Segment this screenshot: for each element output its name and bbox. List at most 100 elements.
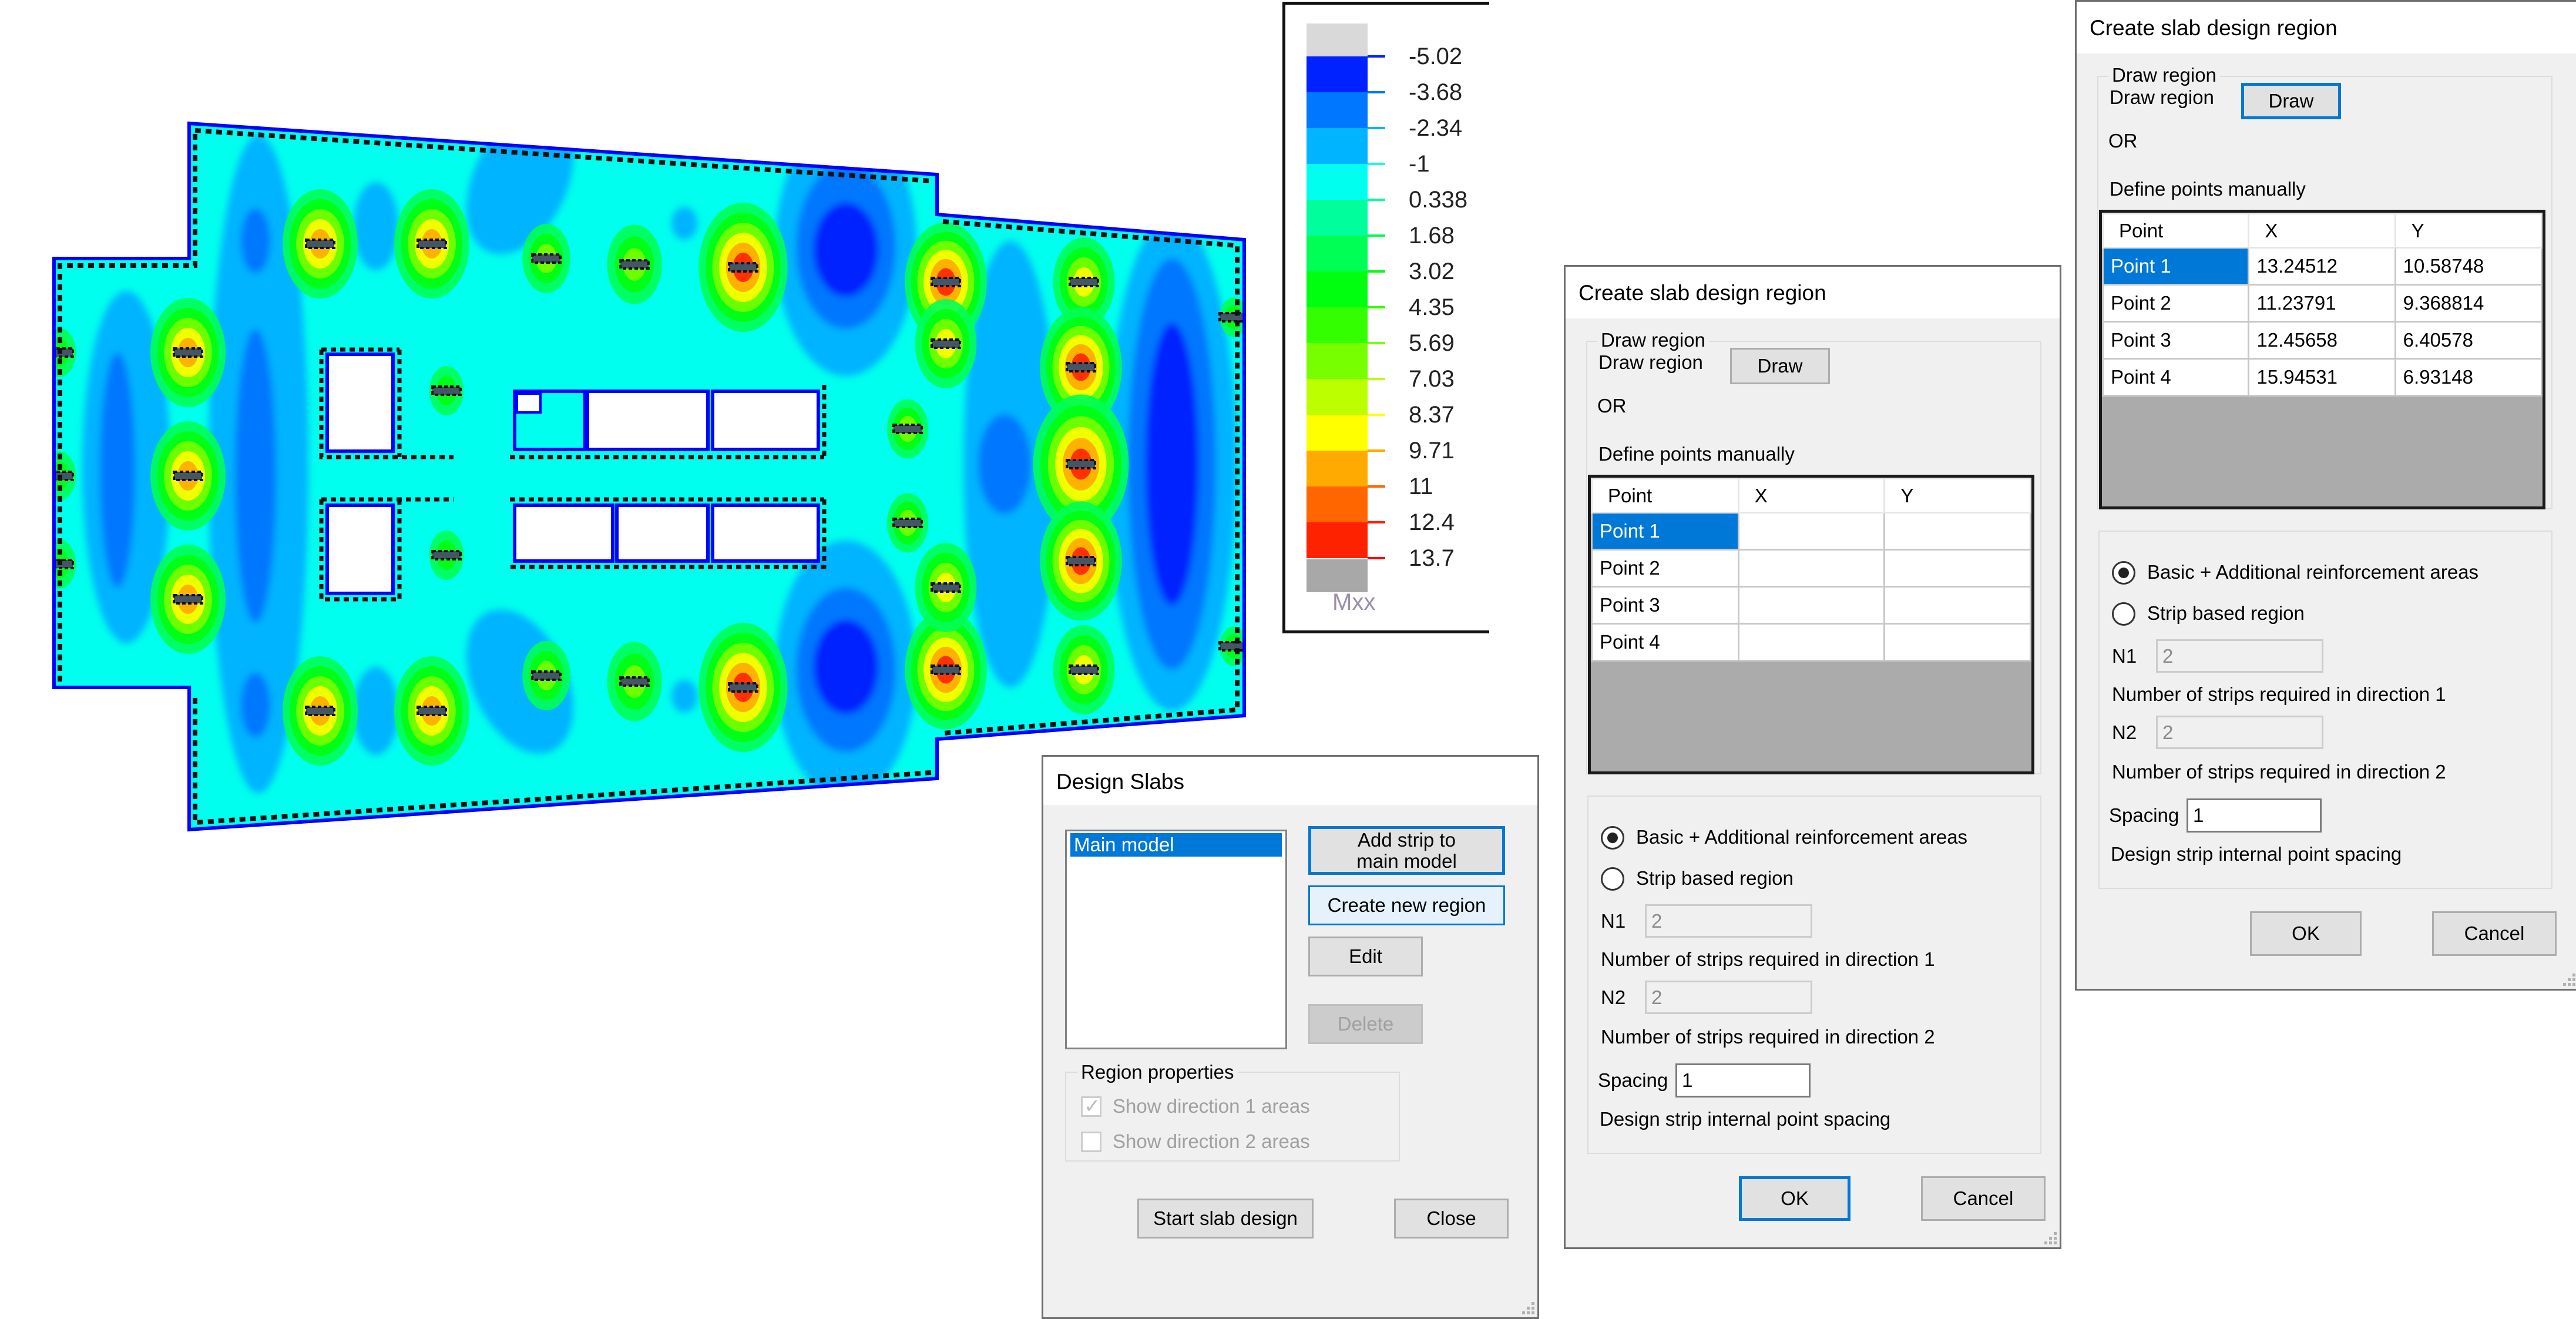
cell-x[interactable] [1737,623,1886,662]
legend-color-band [1307,236,1368,271]
grid-row[interactable]: Point 3 [1591,586,2031,625]
show-direction-2-checkbox[interactable] [1081,1132,1101,1152]
grid-row[interactable]: Point 2 11.23791 9.368814 [2101,284,2543,323]
cell-x[interactable] [1737,512,1886,551]
cell-y[interactable] [1883,512,2031,551]
column-support [531,253,562,264]
opening [586,390,710,451]
column-header-x[interactable]: X [1737,478,1886,513]
row-header-cell[interactable]: Point 4 [1591,623,1739,662]
legend-tick [1368,414,1385,416]
close-button[interactable]: Close [1394,1199,1509,1239]
legend-value-label: 1.68 [1409,223,1455,249]
define-points-label: Define points manually [2110,178,2306,200]
opening [711,504,820,563]
column-header-point[interactable]: Point [1591,478,1739,513]
grid-header-row: Point X Y [2101,213,2543,249]
design-slabs-dialog: Design Slabs Main model Add strip to mai… [1042,755,1539,1319]
cell-x[interactable]: 15.94531 [2248,358,2396,397]
cell-y[interactable]: 6.93148 [2394,358,2543,397]
n1-input[interactable]: 2 [1645,904,1812,938]
cell-x[interactable]: 11.23791 [2248,284,2396,323]
dialog-titlebar[interactable]: Create slab design region [2077,2,2576,53]
dialog-titlebar[interactable]: Create slab design region [1566,267,2060,318]
column-support [931,277,961,287]
column-support [728,682,758,693]
column-header-point[interactable]: Point [2101,213,2250,249]
column-support [1066,556,1096,566]
cell-y[interactable]: 6.40578 [2394,321,2543,360]
n1-input[interactable]: 2 [2156,639,2323,673]
cancel-button[interactable]: Cancel [1921,1176,2046,1221]
draw-button[interactable]: Draw [2241,83,2341,119]
legend-tick [1368,378,1385,380]
spacing-label: Spacing [2109,804,2179,826]
resize-grip-icon[interactable] [2044,1232,2057,1245]
column-header-y[interactable]: Y [1883,478,2031,513]
column-support [619,676,650,687]
row-header-cell[interactable]: Point 3 [2101,321,2250,360]
strip-based-radio[interactable] [1601,867,1624,891]
legend-tick [1368,91,1385,93]
legend-tick [1368,306,1385,308]
add-strip-button[interactable]: Add strip to main model [1308,826,1505,875]
grid-row[interactable]: Point 4 [1591,623,2031,662]
column-hotspot [150,545,226,654]
create-region-dialog-empty: Create slab design region Draw region Dr… [1564,265,2061,1249]
spacing-input[interactable]: 1 [2187,798,2322,833]
grid-row[interactable]: Point 1 13.24512 10.58748 [2101,247,2543,286]
list-item[interactable]: Main model [1070,833,1282,857]
basic-additional-label: Basic + Additional reinforcement areas [2147,561,2479,583]
row-header-cell[interactable]: Point 4 [2101,358,2250,397]
grid-row[interactable]: Point 3 12.45658 6.40578 [2101,321,2543,360]
row-header-cell[interactable]: Point 3 [1591,586,1739,625]
column-header-x[interactable]: X [2248,213,2396,249]
ok-button[interactable]: OK [2250,911,2362,956]
cancel-button[interactable]: Cancel [2432,911,2557,956]
delete-button[interactable]: Delete [1308,1004,1423,1044]
resize-grip-icon[interactable] [1522,1302,1535,1315]
cell-y[interactable] [1883,549,2031,588]
legend-value-label: 7.03 [1409,366,1455,392]
n2-input[interactable]: 2 [1645,981,1812,1014]
points-grid[interactable]: Point X Y Point 1 Point 2 Point 3 Point 4 [1588,475,2034,774]
cell-y[interactable]: 10.58748 [2394,247,2543,286]
spacing-input[interactable]: 1 [1675,1063,1811,1098]
column-hotspot [150,421,226,531]
draw-button[interactable]: Draw [1730,348,1830,384]
legend-tick [1368,199,1385,201]
grid-row[interactable]: Point 2 [1591,549,2031,588]
cell-x[interactable] [1737,586,1886,625]
grid-row[interactable]: Point 4 15.94531 6.93148 [2101,358,2543,397]
legend-color-band [1307,486,1368,522]
column-support [417,239,447,249]
column-header-y[interactable]: Y [2394,213,2543,249]
cell-y[interactable] [1883,623,2031,662]
show-direction-1-checkbox[interactable] [1081,1095,1101,1118]
basic-additional-radio[interactable] [1601,826,1624,850]
row-header-cell[interactable]: Point 1 [1591,512,1739,551]
basic-additional-radio[interactable] [2112,561,2135,585]
slab-contour-plot[interactable] [0,0,1269,852]
row-header-cell[interactable]: Point 1 [2101,247,2250,286]
edit-button[interactable]: Edit [1308,937,1423,976]
dialog-titlebar[interactable]: Design Slabs [1043,757,1537,805]
cell-y[interactable] [1883,586,2031,625]
row-header-cell[interactable]: Point 2 [2101,284,2250,323]
create-new-region-button[interactable]: Create new region [1308,885,1505,925]
cell-x[interactable]: 12.45658 [2248,321,2396,360]
row-header-cell[interactable]: Point 2 [1591,549,1739,588]
points-grid[interactable]: Point X Y Point 1 13.24512 10.58748 Point 2… [2099,210,2545,509]
ok-button[interactable]: OK [1739,1176,1850,1221]
cell-y[interactable]: 9.368814 [2394,284,2543,323]
cell-x[interactable] [1737,549,1886,588]
regions-listbox[interactable]: Main model [1065,830,1287,1049]
resize-grip-icon[interactable] [2563,974,2576,986]
start-slab-design-button[interactable]: Start slab design [1137,1199,1314,1239]
n2-input[interactable]: 2 [2156,716,2323,749]
strip-based-radio[interactable] [2112,602,2135,626]
legend-tick [1368,234,1385,237]
cell-x[interactable]: 13.24512 [2248,247,2396,286]
opening [325,353,395,453]
grid-row[interactable]: Point 1 [1591,512,2031,551]
